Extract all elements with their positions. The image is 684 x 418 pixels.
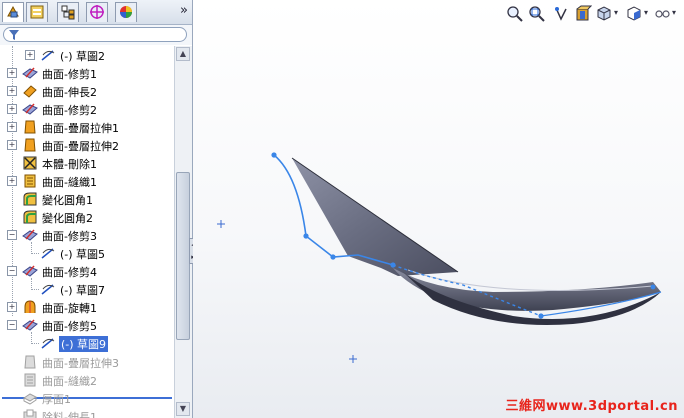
surface-trim-icon (22, 67, 38, 79)
surface-extend-icon (23, 85, 37, 98)
property-manager-icon (30, 5, 44, 19)
tree-item-surface-knit1[interactable]: + 曲面-縫織1 (0, 172, 174, 190)
surface-trim-icon (22, 319, 38, 331)
surface-loft-icon (24, 120, 36, 134)
sketch-icon (41, 284, 55, 295)
tree-item-surface-trim3[interactable]: − 曲面-修剪3 (0, 226, 174, 244)
more-tabs-button[interactable]: » (180, 3, 188, 18)
sketch-icon (41, 338, 55, 349)
panel-tab-bar: » (0, 0, 192, 25)
tree-item-surface-trim4[interactable]: − 曲面-修剪4 (0, 262, 174, 280)
tree-scrollbar[interactable]: ▲ ▼ (174, 46, 192, 418)
surface-loft-icon (24, 355, 36, 369)
tab-display-manager[interactable] (115, 2, 137, 22)
tab-property-manager[interactable] (26, 2, 48, 22)
tree-item-surface-trim5[interactable]: − 曲面-修剪5 (0, 316, 174, 334)
model-view[interactable] (193, 0, 684, 418)
tree-item-surface-extend2[interactable]: + 曲面-伸長2 (0, 82, 174, 100)
tree-item-surface-trim2[interactable]: + 曲面-修剪2 (0, 100, 174, 118)
tree-item-sketch2[interactable]: + (-) 草圖2 (0, 46, 174, 64)
tree-item-surface-trim1[interactable]: + 曲面-修剪1 (0, 64, 174, 82)
tree-item-surface-loft2[interactable]: + 曲面-疊層拉伸2 (0, 136, 174, 154)
tree-item-sketch5[interactable]: (-) 草圖5 (0, 244, 174, 262)
scroll-up-button[interactable]: ▲ (176, 47, 190, 61)
tree-item-sketch7[interactable]: (-) 草圖7 (0, 280, 174, 298)
configuration-manager-icon (61, 5, 75, 20)
tree-item-variable-fillet1[interactable]: 變化圓角1 (0, 190, 174, 208)
sketch-point[interactable] (390, 262, 396, 268)
surface-revolve-icon (24, 300, 36, 313)
filter-row (0, 25, 192, 45)
tree-item-surface-knit2[interactable]: 曲面-縫織2 (0, 371, 174, 389)
sketch-point[interactable] (650, 284, 656, 290)
scroll-thumb[interactable] (176, 172, 190, 340)
sketch-point[interactable] (303, 233, 309, 239)
tab-dimxpert-manager[interactable] (86, 2, 108, 22)
body-delete-icon (23, 156, 37, 170)
tree-item-variable-fillet2[interactable]: 變化圓角2 (0, 208, 174, 226)
sketch-point[interactable] (538, 313, 544, 319)
origin-marker (349, 355, 357, 363)
surface-trim-icon (22, 265, 38, 277)
tree-item-body-delete1[interactable]: 本體-刪除1 (0, 154, 174, 172)
origin-marker (217, 220, 225, 228)
sketch-point[interactable] (330, 254, 336, 260)
tab-feature-manager[interactable] (2, 2, 24, 22)
variable-fillet-icon (23, 192, 37, 206)
tree-item-surface-revolve1[interactable]: + 曲面-旋轉1 (0, 298, 174, 316)
tree-item-surface-loft3[interactable]: 曲面-疊層拉伸3 (0, 353, 174, 371)
sketch-icon (41, 248, 55, 259)
display-manager-icon (120, 6, 132, 18)
tab-configuration-manager[interactable] (57, 2, 79, 22)
thicken-icon (23, 393, 37, 405)
surface-trim-icon (22, 229, 38, 241)
filter-input[interactable] (3, 27, 187, 42)
sketch-icon (41, 50, 55, 61)
sketch-point[interactable] (271, 152, 277, 158)
feature-manager-panel: » + (-) 草圖2 + 曲面-修剪1 + 曲面-伸長2 + 曲面-修剪2 +… (0, 0, 193, 418)
surface-knit-icon (24, 174, 36, 188)
tree-item-extruded-cut1[interactable]: 除料-伸長1 (0, 407, 174, 418)
tree-item-surface-loft1[interactable]: + 曲面-疊層拉伸1 (0, 118, 174, 136)
graphics-viewport[interactable]: ▾ ▾ ▾ 三維网www.3dportal.cn (193, 0, 684, 418)
feature-tree: + (-) 草圖2 + 曲面-修剪1 + 曲面-伸長2 + 曲面-修剪2 + 曲… (0, 46, 174, 418)
filter-icon (9, 30, 19, 40)
surface-loft-icon (24, 138, 36, 152)
tree-item-thicken1[interactable]: 厚面1 (0, 389, 174, 407)
surface-trim-icon (22, 103, 38, 115)
extruded-cut-icon (23, 409, 37, 418)
variable-fillet-icon (23, 210, 37, 224)
dimxpert-icon (90, 5, 104, 19)
scroll-down-button[interactable]: ▼ (176, 402, 190, 416)
tree-item-sketch9[interactable]: (-) 草圖9 (0, 334, 174, 352)
watermark-text: 三維网www.3dportal.cn (505, 399, 678, 414)
surface-knit-icon (24, 373, 36, 387)
feature-manager-icon (7, 5, 19, 18)
